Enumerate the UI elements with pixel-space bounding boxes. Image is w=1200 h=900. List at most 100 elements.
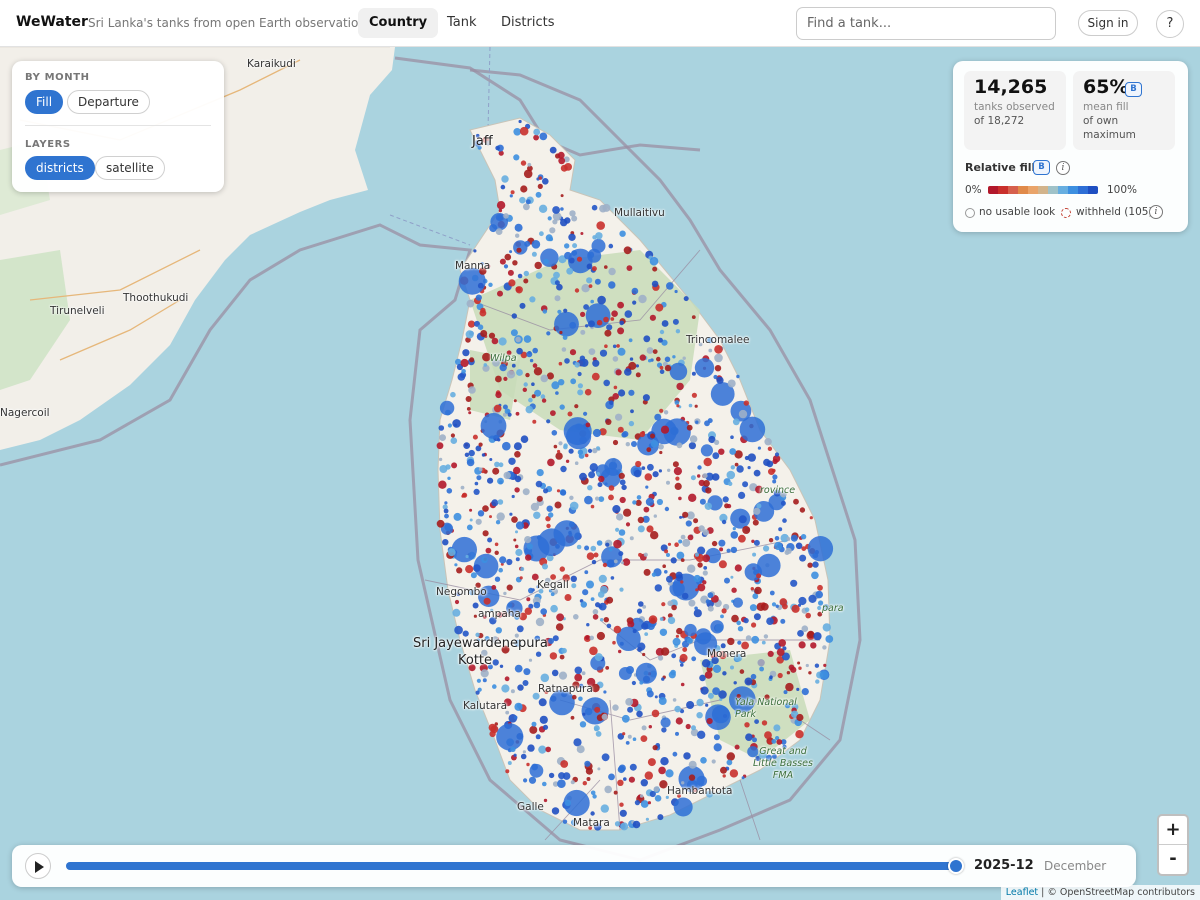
tank-marker[interactable] bbox=[505, 769, 510, 774]
tank-marker[interactable] bbox=[799, 507, 806, 513]
tank-marker[interactable] bbox=[494, 550, 499, 555]
tank-marker[interactable] bbox=[597, 767, 601, 771]
tank-marker[interactable] bbox=[798, 596, 807, 606]
tank-marker[interactable] bbox=[760, 602, 769, 611]
tank-marker[interactable] bbox=[495, 391, 502, 399]
tank-marker[interactable] bbox=[722, 671, 727, 676]
departure-toggle[interactable]: Departure bbox=[67, 90, 150, 114]
tank-marker[interactable] bbox=[576, 544, 582, 550]
tank-marker[interactable] bbox=[763, 634, 769, 639]
tank-marker[interactable] bbox=[801, 625, 809, 632]
tank-marker[interactable] bbox=[795, 730, 804, 739]
tank-marker[interactable] bbox=[482, 678, 487, 683]
tank-marker[interactable] bbox=[465, 330, 474, 339]
tank-marker[interactable] bbox=[608, 773, 615, 781]
tank-marker[interactable] bbox=[710, 620, 724, 634]
tank-marker[interactable] bbox=[641, 725, 647, 731]
tank-marker[interactable] bbox=[812, 561, 819, 568]
tank-marker[interactable] bbox=[500, 184, 506, 190]
tank-marker[interactable] bbox=[499, 664, 504, 668]
tank-marker[interactable] bbox=[573, 738, 582, 747]
tank-marker[interactable] bbox=[480, 330, 488, 337]
tank-marker[interactable] bbox=[703, 480, 710, 487]
tank-marker[interactable] bbox=[526, 543, 533, 550]
tank-marker[interactable] bbox=[619, 230, 626, 237]
tank-marker[interactable] bbox=[722, 496, 729, 503]
tank-marker[interactable] bbox=[606, 324, 613, 331]
tank-marker[interactable] bbox=[548, 638, 554, 644]
tank-marker[interactable] bbox=[507, 269, 514, 276]
tank-marker[interactable] bbox=[772, 474, 778, 480]
tank-marker[interactable] bbox=[466, 524, 473, 531]
tank-marker[interactable] bbox=[481, 556, 488, 564]
tank-marker[interactable] bbox=[527, 162, 532, 167]
tank-marker[interactable] bbox=[693, 609, 702, 618]
tank-marker[interactable] bbox=[474, 481, 479, 486]
tank-marker[interactable] bbox=[815, 679, 820, 684]
tank-marker[interactable] bbox=[559, 330, 563, 335]
tank-marker[interactable] bbox=[528, 397, 533, 403]
tank-marker[interactable] bbox=[674, 705, 681, 713]
tank-marker[interactable] bbox=[682, 511, 689, 518]
tank-marker[interactable] bbox=[584, 388, 592, 396]
tank-marker[interactable] bbox=[612, 704, 619, 711]
tank-marker[interactable] bbox=[518, 119, 522, 124]
tank-marker[interactable] bbox=[552, 206, 560, 214]
tank-marker[interactable] bbox=[542, 563, 548, 570]
tank-marker[interactable] bbox=[674, 400, 680, 405]
tank-marker[interactable] bbox=[644, 473, 653, 481]
tank-marker[interactable] bbox=[822, 645, 827, 650]
tank-marker[interactable] bbox=[571, 250, 578, 256]
tank-marker[interactable] bbox=[524, 607, 532, 615]
tank-marker[interactable] bbox=[773, 724, 781, 732]
tank-marker[interactable] bbox=[742, 481, 749, 488]
tank-marker[interactable] bbox=[526, 351, 533, 358]
tank-marker[interactable] bbox=[796, 687, 800, 692]
tank-marker[interactable] bbox=[436, 519, 445, 528]
tank-marker[interactable] bbox=[654, 795, 662, 802]
tank-marker[interactable] bbox=[584, 760, 591, 767]
tank-marker[interactable] bbox=[680, 534, 686, 540]
search-input[interactable] bbox=[796, 7, 1056, 40]
tank-marker[interactable] bbox=[520, 160, 527, 166]
tank-marker[interactable] bbox=[672, 355, 676, 359]
tank-marker[interactable] bbox=[733, 681, 737, 685]
tank-marker[interactable] bbox=[582, 781, 587, 786]
tank-marker[interactable] bbox=[564, 243, 570, 249]
tank-marker[interactable] bbox=[608, 267, 616, 276]
tank-marker[interactable] bbox=[617, 765, 625, 774]
tank-marker[interactable] bbox=[549, 227, 556, 234]
tank-marker[interactable] bbox=[504, 253, 512, 261]
tank-marker[interactable] bbox=[592, 447, 598, 454]
mean-fill-badge[interactable]: B bbox=[1125, 82, 1142, 97]
tank-marker[interactable] bbox=[549, 146, 557, 154]
tank-marker[interactable] bbox=[613, 625, 622, 634]
tank-marker[interactable] bbox=[658, 469, 663, 473]
tank-marker[interactable] bbox=[712, 452, 720, 460]
tank-marker[interactable] bbox=[754, 586, 762, 595]
tank-marker[interactable] bbox=[519, 126, 529, 136]
tank-marker[interactable] bbox=[516, 625, 524, 633]
tank-marker[interactable] bbox=[650, 440, 659, 448]
tank-marker[interactable] bbox=[577, 371, 582, 377]
tank-marker[interactable] bbox=[491, 337, 499, 345]
tank-marker[interactable] bbox=[558, 379, 565, 386]
tank-marker[interactable] bbox=[535, 480, 543, 488]
tank-marker[interactable] bbox=[539, 132, 548, 141]
tank-marker[interactable] bbox=[596, 472, 600, 476]
tank-marker[interactable] bbox=[550, 410, 556, 416]
tank-marker[interactable] bbox=[662, 564, 666, 568]
tank-marker[interactable] bbox=[447, 423, 452, 428]
tank-marker[interactable] bbox=[594, 706, 601, 713]
tank-marker[interactable] bbox=[496, 512, 505, 521]
tank-marker[interactable] bbox=[620, 822, 629, 831]
tank-marker[interactable] bbox=[525, 199, 531, 205]
tank-marker[interactable] bbox=[619, 496, 626, 504]
tank-marker[interactable] bbox=[470, 572, 477, 579]
tank-marker[interactable] bbox=[807, 562, 813, 568]
tank-marker[interactable] bbox=[639, 794, 644, 798]
tank-marker[interactable] bbox=[589, 635, 594, 641]
tank-marker[interactable] bbox=[815, 590, 823, 599]
tank-marker[interactable] bbox=[647, 463, 654, 471]
tank-marker[interactable] bbox=[472, 434, 478, 440]
